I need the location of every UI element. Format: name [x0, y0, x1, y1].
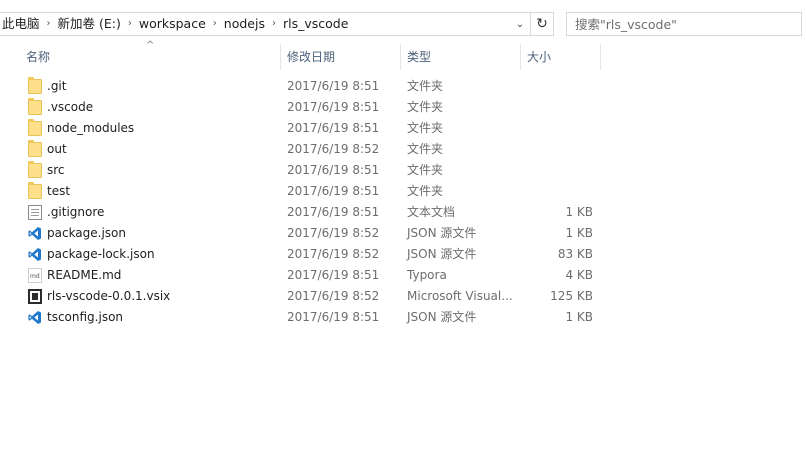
address-dropdown-button[interactable]: ⌄ [510, 13, 530, 35]
refresh-button[interactable]: ↻ [530, 13, 553, 35]
folder-icon [28, 140, 42, 157]
file-size [520, 139, 593, 160]
file-name: package.json [47, 226, 127, 240]
file-type: 文件夹 [407, 121, 444, 135]
vscode-file-icon [28, 310, 42, 325]
file-name: README.md [47, 268, 122, 282]
breadcrumb-separator-icon[interactable]: › [42, 13, 56, 35]
breadcrumb-item[interactable]: 新加卷 (E:) [56, 13, 123, 35]
file-name: test [47, 184, 71, 198]
file-list: .git 2017/6/19 8:51 文件夹 .vscode 2017/6/19 8:… [0, 76, 806, 328]
folder-icon [28, 119, 42, 136]
file-size: 1 KB [565, 310, 593, 324]
svg-text:md: md [30, 273, 40, 280]
file-type: 文本文档 [407, 205, 456, 219]
file-modified-date: 2017/6/19 8:51 [287, 163, 380, 177]
file-type: Microsoft Visual... [407, 289, 513, 303]
file-size: 125 KB [550, 289, 593, 303]
file-size [520, 97, 593, 118]
text-file-icon [28, 205, 42, 220]
file-type: JSON 源文件 [407, 310, 477, 324]
file-type: JSON 源文件 [407, 226, 477, 240]
file-row[interactable]: .git 2017/6/19 8:51 文件夹 [0, 76, 806, 97]
file-row[interactable]: .gitignore 2017/6/19 8:51 文本文档 1 KB [0, 202, 806, 223]
column-header-row: ^ 名称 修改日期 类型 大小 [0, 40, 806, 70]
file-row[interactable]: .vscode 2017/6/19 8:51 文件夹 [0, 97, 806, 118]
refresh-icon: ↻ [536, 16, 548, 32]
file-row[interactable]: src 2017/6/19 8:51 文件夹 [0, 160, 806, 181]
vscode-file-icon [28, 226, 42, 241]
file-row[interactable]: tsconfig.json 2017/6/19 8:51 JSON 源文件 1 KB [0, 307, 806, 328]
breadcrumb-separator-icon[interactable]: › [123, 13, 137, 35]
file-row[interactable]: md README.md 2017/6/19 8:51 Typora 4 KB [0, 265, 806, 286]
column-header-size[interactable]: 大小 [521, 44, 601, 70]
file-modified-date: 2017/6/19 8:52 [287, 289, 380, 303]
file-modified-date: 2017/6/19 8:51 [287, 100, 380, 114]
file-size: 1 KB [565, 205, 593, 219]
file-modified-date: 2017/6/19 8:51 [287, 79, 380, 93]
vsix-file-icon [28, 289, 42, 304]
file-type: 文件夹 [407, 184, 444, 198]
file-modified-date: 2017/6/19 8:52 [287, 142, 380, 156]
file-type: 文件夹 [407, 163, 444, 177]
breadcrumb: 此电脑 › 新加卷 (E:) › workspace › nodejs › rls_vscode [0, 13, 350, 35]
file-modified-date: 2017/6/19 8:51 [287, 268, 380, 282]
file-modified-date: 2017/6/19 8:51 [287, 205, 380, 219]
folder-icon [28, 161, 42, 178]
file-size [520, 118, 593, 139]
breadcrumb-item[interactable]: 此电脑 [0, 13, 42, 35]
file-size: 83 KB [557, 247, 593, 261]
breadcrumb-item[interactable]: nodejs [222, 13, 267, 35]
file-size [520, 181, 593, 202]
address-bar[interactable]: 此电脑 › 新加卷 (E:) › workspace › nodejs › rls_vscode… [0, 12, 554, 36]
column-header-type[interactable]: 类型 [401, 44, 521, 70]
file-name: package-lock.json [47, 247, 155, 261]
ribbon-edge [0, 0, 806, 6]
file-modified-date: 2017/6/19 8:52 [287, 226, 380, 240]
chevron-down-icon: ⌄ [515, 18, 525, 30]
folder-icon [28, 182, 42, 199]
file-type: JSON 源文件 [407, 247, 477, 261]
folder-icon [28, 98, 42, 115]
file-row[interactable]: out 2017/6/19 8:52 文件夹 [0, 139, 806, 160]
vscode-file-icon [28, 247, 42, 262]
file-name: node_modules [47, 121, 135, 135]
file-name: .git [47, 79, 67, 93]
breadcrumb-separator-icon[interactable]: › [267, 13, 281, 35]
file-row[interactable]: package.json 2017/6/19 8:52 JSON 源文件 1 KB [0, 223, 806, 244]
file-name: src [47, 163, 65, 177]
breadcrumb-item[interactable]: workspace [137, 13, 208, 35]
file-type: 文件夹 [407, 100, 444, 114]
file-name: rls-vscode-0.0.1.vsix [47, 289, 171, 303]
search-box[interactable] [566, 12, 802, 36]
address-row: 此电脑 › 新加卷 (E:) › workspace › nodejs › rls_vscode… [0, 8, 806, 40]
file-type: Typora [407, 268, 447, 282]
file-name: out [47, 142, 67, 156]
file-size: 1 KB [565, 226, 593, 240]
file-type: 文件夹 [407, 79, 444, 93]
file-row[interactable]: node_modules 2017/6/19 8:51 文件夹 [0, 118, 806, 139]
file-row[interactable]: rls-vscode-0.0.1.vsix 2017/6/19 8:52 Micro… [0, 286, 806, 307]
column-header-date[interactable]: 修改日期 [281, 44, 401, 70]
search-input[interactable] [567, 13, 801, 35]
file-row[interactable]: test 2017/6/19 8:51 文件夹 [0, 181, 806, 202]
file-modified-date: 2017/6/19 8:51 [287, 310, 380, 324]
breadcrumb-separator-icon[interactable]: › [208, 13, 222, 35]
file-name: .gitignore [47, 205, 105, 219]
file-type: 文件夹 [407, 142, 444, 156]
file-row[interactable]: package-lock.json 2017/6/19 8:52 JSON 源文件 8… [0, 244, 806, 265]
file-modified-date: 2017/6/19 8:51 [287, 184, 380, 198]
file-modified-date: 2017/6/19 8:51 [287, 121, 380, 135]
file-name: .vscode [47, 100, 94, 114]
file-size [520, 160, 593, 181]
file-modified-date: 2017/6/19 8:52 [287, 247, 380, 261]
breadcrumb-item[interactable]: rls_vscode [281, 13, 350, 35]
markdown-file-icon: md [28, 268, 42, 283]
file-size: 4 KB [565, 268, 593, 282]
folder-icon [28, 77, 42, 94]
file-name: tsconfig.json [47, 310, 124, 324]
file-size [520, 76, 593, 97]
column-header-name[interactable]: 名称 [20, 44, 281, 70]
